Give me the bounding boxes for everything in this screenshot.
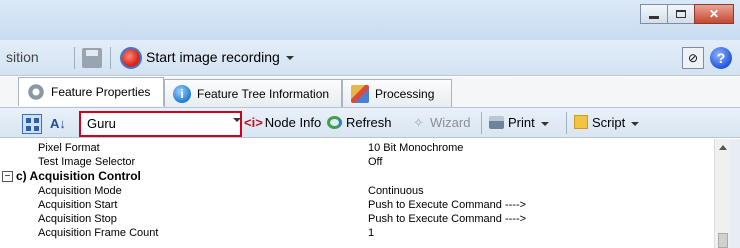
property-value: Continuous (368, 185, 424, 197)
tab-label: Feature Properties (51, 85, 151, 99)
script-button[interactable]: Script (574, 115, 640, 130)
chevron-down-icon (631, 121, 640, 126)
scroll-thumb[interactable] (718, 233, 728, 248)
visibility-select[interactable]: Guru (79, 111, 242, 137)
scroll-up-icon[interactable] (719, 145, 727, 150)
tab-feature-properties[interactable]: Feature Properties (18, 77, 164, 106)
chevron-down-icon (540, 121, 549, 126)
categorized-view-icon[interactable] (22, 114, 42, 134)
toolbar-separator (481, 112, 482, 134)
toolbar-separator (566, 112, 567, 134)
start-recording-button[interactable]: Start image recording (146, 49, 294, 65)
toolbar-separator (74, 47, 75, 69)
grid-left-margin (0, 139, 24, 248)
right-border (730, 139, 740, 248)
property-value: 1 (368, 227, 375, 239)
vertical-scrollbar[interactable] (714, 139, 730, 248)
category-row-acquisition-control[interactable]: − c) Acquisition Control (2, 170, 714, 183)
property-name: Acquisition Frame Count (38, 227, 159, 239)
toolbar-partial-label: sition (6, 49, 39, 65)
print-label: Print (508, 115, 535, 130)
grid-row[interactable]: Pixel Format 10 Bit Monochrome (24, 142, 714, 155)
save-icon[interactable] (82, 48, 102, 68)
info-icon: i (173, 84, 191, 103)
property-value: Push to Execute Command ----> (368, 213, 527, 225)
start-recording-label: Start image recording (146, 49, 280, 65)
chart-icon (351, 84, 369, 103)
tab-label: Feature Tree Information (197, 86, 330, 101)
node-info-label: Node Info (264, 115, 322, 130)
minimize-button[interactable] (640, 4, 668, 24)
sort-alphabetical-icon[interactable]: A↓ (50, 116, 66, 131)
record-icon[interactable] (120, 47, 142, 69)
help-icon[interactable]: ? (710, 47, 732, 69)
print-button[interactable]: Print (489, 115, 549, 130)
grid-row[interactable]: Acquisition Frame Count 1 (24, 227, 714, 240)
property-name: Test Image Selector (38, 156, 136, 168)
wand-icon: ✧ (413, 115, 424, 130)
tab-label: Processing (375, 86, 435, 101)
property-name: Pixel Format (38, 142, 100, 154)
property-name: Acquisition Mode (38, 185, 122, 197)
printer-icon (489, 116, 504, 129)
window-controls: ✕ (640, 4, 734, 24)
tab-processing[interactable]: Processing (342, 79, 452, 107)
maximize-icon (676, 10, 686, 18)
chevron-down-icon (285, 56, 294, 61)
grid-row[interactable]: Acquisition Start Push to Execute Comman… (24, 199, 714, 212)
property-name: Acquisition Start (38, 199, 118, 211)
wizard-button[interactable]: ✧ Wizard (413, 115, 470, 130)
tab-feature-tree-information[interactable]: i Feature Tree Information (164, 79, 342, 107)
script-icon (574, 115, 588, 129)
display-settings-icon[interactable]: ⊘ (682, 47, 704, 69)
collapse-icon[interactable]: − (2, 171, 13, 182)
toolbar-separator (110, 47, 111, 69)
window-titlebar: ✕ (0, 0, 740, 40)
property-grid: Pixel Format 10 Bit Monochrome Test Imag… (2, 139, 714, 248)
properties-toolbar: A↓ Guru <i> Node Info Refresh ✧ Wizard Pri… (0, 107, 740, 138)
wizard-label: Wizard (430, 115, 471, 130)
refresh-icon (327, 116, 342, 129)
grid-row[interactable]: Acquisition Stop Push to Execute Command… (24, 213, 714, 226)
node-info-button[interactable]: <i> Node Info (244, 115, 321, 130)
main-toolbar: sition Start image recording ⊘ ? (0, 40, 740, 76)
script-label: Script (592, 115, 626, 130)
property-value: Off (368, 156, 383, 168)
grid-row[interactable]: Test Image Selector Off (24, 156, 714, 169)
close-icon: ✕ (708, 7, 720, 21)
maximize-button[interactable] (667, 4, 695, 24)
property-value: Push to Execute Command ----> (368, 199, 527, 211)
refresh-button[interactable]: Refresh (327, 115, 392, 130)
property-name: Acquisition Stop (38, 213, 117, 225)
close-button[interactable]: ✕ (694, 4, 734, 24)
refresh-label: Refresh (346, 115, 392, 130)
tab-strip: Feature Properties i Feature Tree Inform… (0, 77, 740, 107)
visibility-value: Guru (87, 116, 116, 131)
chevron-down-icon[interactable] (233, 118, 241, 122)
xml-tag-icon: <i> (244, 115, 263, 130)
category-name: c) Acquisition Control (16, 169, 141, 183)
minimize-icon (649, 15, 659, 19)
property-value: 10 Bit Monochrome (368, 142, 464, 154)
gear-icon (27, 83, 45, 101)
grid-row[interactable]: Acquisition Mode Continuous (24, 185, 714, 198)
